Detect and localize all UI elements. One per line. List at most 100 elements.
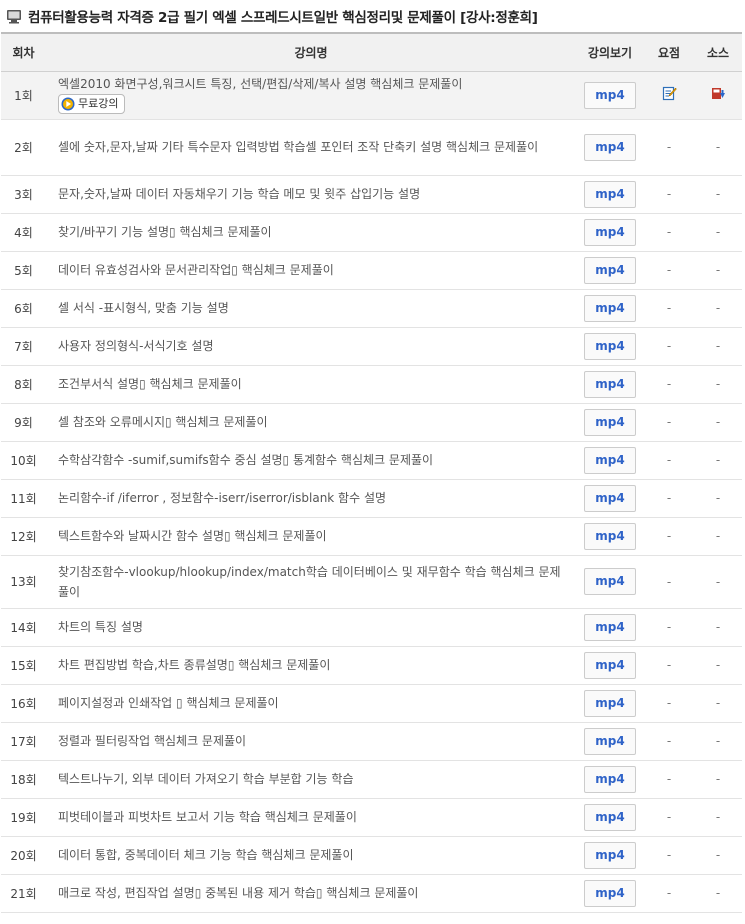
source-empty: - xyxy=(715,658,721,672)
source-cell: - xyxy=(694,798,742,836)
view-cell: mp4 xyxy=(576,251,644,289)
lecture-title-cell: 사용자 정의형식-서식기호 설명 xyxy=(46,327,576,365)
summary-empty: - xyxy=(666,453,672,467)
lecture-title-cell: 정렬과 필터링작업 핵심체크 문제풀이 xyxy=(46,722,576,760)
lecture-number: 10회 xyxy=(10,453,37,468)
free-lecture-button[interactable]: 무료강의 xyxy=(58,93,126,114)
col-header-view: 강의보기 xyxy=(576,32,644,72)
mp4-button[interactable]: mp4 xyxy=(584,332,636,360)
lecture-number: 6회 xyxy=(14,301,33,316)
lecture-title: 찾기참조함수-vlookup/hlookup/index/match학습 데이터… xyxy=(58,564,561,599)
lecture-title-cell: 매크로 작성, 편집작업 설명▯ 중복된 내용 제거 학습▯ 핵심체크 문제풀이 xyxy=(46,874,576,912)
mp4-button[interactable]: mp4 xyxy=(584,133,636,161)
lecture-title-cell: 조건부서식 설명▯ 핵심체크 문제풀이 xyxy=(46,365,576,403)
lecture-title-cell: 논리함수-if /iferror , 정보함수-iserr/iserror/is… xyxy=(46,479,576,517)
lecture-number: 17회 xyxy=(10,734,37,749)
lecture-number: 20회 xyxy=(10,848,37,863)
lecture-title: 셀 서식 -표시형식, 맞춤 기능 설명 xyxy=(58,301,229,315)
lecture-title-cell: 셀 참조와 오류메시지▯ 핵심체크 문제풀이 xyxy=(46,403,576,441)
lecture-title: 페이지설정과 인쇄작업 ▯ 핵심체크 문제풀이 xyxy=(58,696,279,710)
summary-empty: - xyxy=(666,658,672,672)
mp4-button[interactable]: mp4 xyxy=(584,803,636,831)
table-row: 3회 문자,숫자,날짜 데이터 자동채우기 기능 학습 메모 및 윗주 삽입기능 … xyxy=(1,175,742,213)
mp4-button[interactable]: mp4 xyxy=(584,841,636,869)
summary-cell: - xyxy=(644,175,694,213)
lecture-title: 조건부서식 설명▯ 핵심체크 문제풀이 xyxy=(58,377,242,391)
mp4-button[interactable]: mp4 xyxy=(584,765,636,793)
source-empty: - xyxy=(715,574,721,589)
summary-empty: - xyxy=(666,339,672,353)
source-cell: - xyxy=(694,722,742,760)
lecture-title: 데이터 유효성검사와 문서관리작업▯ 핵심체크 문제풀이 xyxy=(58,263,334,277)
mp4-button[interactable]: mp4 xyxy=(584,180,636,208)
table-row: 9회 셀 참조와 오류메시지▯ 핵심체크 문제풀이 mp4 - - xyxy=(1,403,742,441)
mp4-button[interactable]: mp4 xyxy=(584,408,636,436)
lecture-number: 19회 xyxy=(10,810,37,825)
source-empty: - xyxy=(715,140,721,154)
note-edit-icon[interactable] xyxy=(662,86,677,104)
lecture-title: 논리함수-if /iferror , 정보함수-iserr/iserror/is… xyxy=(58,491,387,505)
mp4-button[interactable]: mp4 xyxy=(584,689,636,717)
lecture-title: 수학삼각함수 -sumif,sumifs함수 중심 설명▯ 통계함수 핵심체크 … xyxy=(58,453,434,467)
lecture-title: 정렬과 필터링작업 핵심체크 문제풀이 xyxy=(58,734,247,748)
table-row: 7회 사용자 정의형식-서식기호 설명 mp4 - - xyxy=(1,327,742,365)
mp4-button[interactable]: mp4 xyxy=(584,256,636,284)
lecture-title: 텍스트함수와 날짜시간 함수 설명▯ 핵심체크 문제풀이 xyxy=(58,529,327,543)
source-empty: - xyxy=(715,810,721,824)
mp4-button[interactable]: mp4 xyxy=(584,613,636,641)
mp4-button[interactable]: mp4 xyxy=(584,294,636,322)
summary-cell: - xyxy=(644,722,694,760)
mp4-button[interactable]: mp4 xyxy=(584,522,636,550)
lecture-number: 4회 xyxy=(14,225,33,240)
view-cell: mp4 xyxy=(576,71,644,119)
lecture-number: 1회 xyxy=(14,88,33,103)
table-row: 18회 텍스트나누기, 외부 데이터 가져오기 학습 부분합 기능 학습 mp4 - - xyxy=(1,760,742,798)
mp4-button[interactable]: mp4 xyxy=(584,81,636,109)
summary-empty: - xyxy=(666,574,672,589)
view-cell: mp4 xyxy=(576,327,644,365)
lecture-number: 16회 xyxy=(10,696,37,711)
summary-empty: - xyxy=(666,886,672,900)
summary-empty: - xyxy=(666,529,672,543)
lecture-number: 18회 xyxy=(10,772,37,787)
lecture-title-cell: 셀 서식 -표시형식, 맞춤 기능 설명 xyxy=(46,289,576,327)
mp4-button[interactable]: mp4 xyxy=(584,218,636,246)
source-empty: - xyxy=(715,263,721,277)
lecture-title: 찾기/바꾸기 기능 설명▯ 핵심체크 문제풀이 xyxy=(58,225,272,239)
source-empty: - xyxy=(715,886,721,900)
view-cell: mp4 xyxy=(576,479,644,517)
mp4-button[interactable]: mp4 xyxy=(584,370,636,398)
table-row: 8회 조건부서식 설명▯ 핵심체크 문제풀이 mp4 - - xyxy=(1,365,742,403)
lecture-number: 8회 xyxy=(14,377,33,392)
source-cell: - xyxy=(694,327,742,365)
mp4-button[interactable]: mp4 xyxy=(584,568,636,595)
source-cell: - xyxy=(694,403,742,441)
view-cell: mp4 xyxy=(576,441,644,479)
summary-empty: - xyxy=(666,772,672,786)
table-row: 4회 찾기/바꾸기 기능 설명▯ 핵심체크 문제풀이 mp4 - - xyxy=(1,213,742,251)
lecture-number: 12회 xyxy=(10,529,37,544)
source-cell: - xyxy=(694,608,742,646)
source-empty: - xyxy=(715,848,721,862)
view-cell: mp4 xyxy=(576,119,644,175)
page-title: 컴퓨터활용능력 자격증 2급 필기 엑셀 스프레드시트일반 핵심정리및 문제풀이… xyxy=(28,10,538,26)
mp4-button[interactable]: mp4 xyxy=(584,727,636,755)
lecture-number: 7회 xyxy=(14,339,33,354)
view-cell: mp4 xyxy=(576,403,644,441)
table-row: 10회 수학삼각함수 -sumif,sumifs함수 중심 설명▯ 통계함수 핵심… xyxy=(1,441,742,479)
lecture-title-cell: 찾기/바꾸기 기능 설명▯ 핵심체크 문제풀이 xyxy=(46,213,576,251)
summary-cell: - xyxy=(644,251,694,289)
table-row: 20회 데이터 통합, 중복데이터 체크 기능 학습 핵심체크 문제풀이 mp4 - - xyxy=(1,836,742,874)
source-cell: - xyxy=(694,251,742,289)
lecture-title-cell: 셀에 숫자,문자,날짜 기타 특수문자 입력방법 학습셀 포인터 조작 단축키 … xyxy=(46,119,576,175)
source-cell: - xyxy=(694,555,742,608)
mp4-button[interactable]: mp4 xyxy=(584,651,636,679)
mp4-button[interactable]: mp4 xyxy=(584,484,636,512)
lecture-number: 11회 xyxy=(10,491,37,506)
view-cell: mp4 xyxy=(576,722,644,760)
mp4-button[interactable]: mp4 xyxy=(584,446,636,474)
summary-cell: - xyxy=(644,836,694,874)
source-download-icon[interactable] xyxy=(711,86,726,104)
mp4-button[interactable]: mp4 xyxy=(584,879,636,907)
summary-empty: - xyxy=(666,734,672,748)
